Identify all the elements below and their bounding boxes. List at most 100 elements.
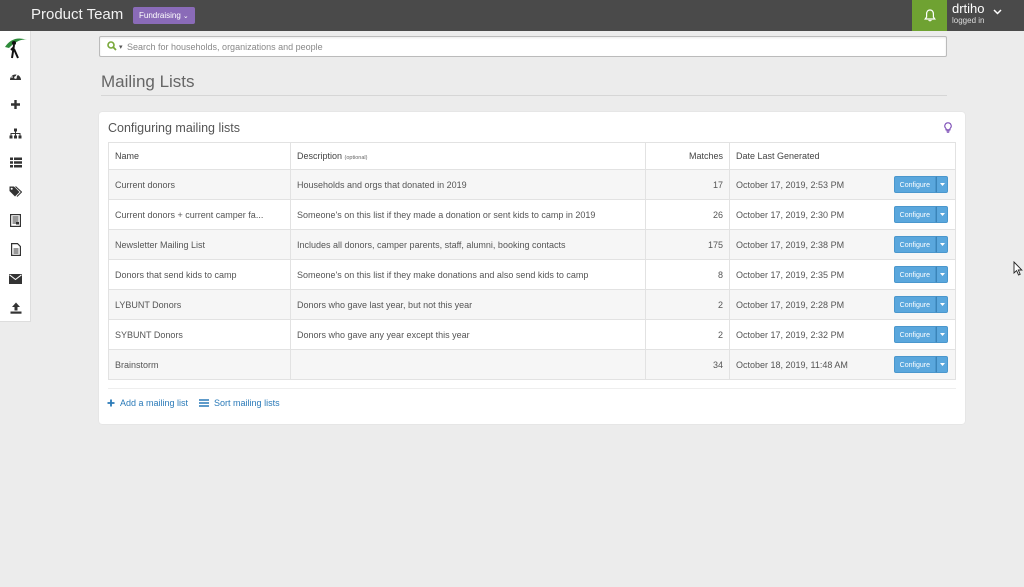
- logo-icon[interactable]: [0, 32, 31, 61]
- configure-button[interactable]: Configure: [893, 326, 936, 343]
- module-switcher-button[interactable]: Fundraising ⌄: [133, 7, 195, 24]
- caret-down-icon: [939, 213, 945, 216]
- list-date: October 17, 2019, 2:38 PM: [736, 239, 845, 250]
- list-date: October 17, 2019, 2:32 PM: [736, 329, 845, 340]
- user-status: logged in: [952, 16, 985, 25]
- add-mailing-list-label: Add a mailing list: [120, 398, 189, 408]
- configure-button[interactable]: Configure: [893, 236, 936, 253]
- configure-button-group: Configure: [893, 176, 948, 193]
- list-date-cell: October 17, 2019, 2:38 PM Configure: [729, 229, 956, 260]
- configure-button-group: Configure: [893, 296, 948, 313]
- table-row: SYBUNT Donors Donors who gave any year e…: [108, 319, 956, 350]
- divider: [101, 95, 947, 96]
- list-date-cell: October 17, 2019, 2:28 PM Configure: [729, 289, 956, 320]
- page-title: Mailing Lists: [101, 72, 195, 91]
- chevron-down-icon[interactable]: [993, 9, 1002, 15]
- optional-note: (optional): [344, 155, 368, 161]
- search-scope-caret-icon[interactable]: ▾: [119, 43, 123, 51]
- table-row: Donors that send kids to camp Someone's …: [108, 259, 956, 290]
- sort-mailing-lists-link[interactable]: Sort mailing lists: [199, 398, 280, 408]
- list-name: SYBUNT Donors: [108, 319, 291, 350]
- add-mailing-list-link[interactable]: Add a mailing list: [107, 398, 188, 408]
- top-bar: Product Team Fundraising ⌄ drtiho logged …: [0, 0, 1024, 31]
- list-date-cell: October 17, 2019, 2:30 PM Configure: [729, 199, 956, 230]
- list-date: October 17, 2019, 2:35 PM: [736, 269, 845, 280]
- column-header-description-label: Description: [297, 151, 343, 161]
- list-name: LYBUNT Donors: [108, 289, 291, 320]
- list-date: October 18, 2019, 11:48 AM: [736, 359, 848, 370]
- configure-button-group: Configure: [893, 236, 948, 253]
- dashboard-icon[interactable]: [0, 61, 31, 90]
- list-date-cell: October 17, 2019, 2:35 PM Configure: [729, 259, 956, 290]
- caret-down-icon: [939, 333, 945, 336]
- column-header-name: Name: [108, 142, 291, 170]
- list-name: Brainstorm: [108, 349, 291, 380]
- panel-footer: Add a mailing list Sort mailing lists: [107, 398, 291, 408]
- table-row: Newsletter Mailing List Includes all don…: [108, 229, 956, 260]
- table-row: Brainstorm 34 October 18, 2019, 11:48 AM…: [108, 349, 956, 380]
- configure-dropdown-button[interactable]: [936, 176, 948, 193]
- table-row: Current donors + current camper fa... So…: [108, 199, 956, 230]
- list-description: Donors who gave last year, but not this …: [290, 289, 646, 320]
- team-name[interactable]: Product Team: [31, 6, 123, 23]
- list-name: Newsletter Mailing List: [108, 229, 291, 260]
- list-date-cell: October 18, 2019, 11:48 AM Configure: [729, 349, 956, 380]
- sitemap-icon[interactable]: [0, 119, 31, 148]
- configure-dropdown-button[interactable]: [936, 236, 948, 253]
- document-icon[interactable]: [0, 235, 31, 264]
- user-menu[interactable]: drtiho logged in: [952, 2, 985, 26]
- reports-icon[interactable]: [0, 206, 31, 235]
- configure-dropdown-button[interactable]: [936, 266, 948, 283]
- lightbulb-icon[interactable]: [944, 122, 952, 133]
- column-header-date: Date Last Generated: [729, 142, 956, 170]
- divider: [108, 388, 956, 389]
- list-matches: 175: [645, 229, 730, 260]
- envelope-icon[interactable]: [0, 264, 31, 293]
- mailing-lists-table: Name Description (optional) Matches Date…: [108, 142, 956, 380]
- upload-icon[interactable]: [0, 293, 31, 322]
- list-matches: 2: [645, 319, 730, 350]
- list-date-cell: October 17, 2019, 2:53 PM Configure: [729, 169, 956, 200]
- configure-dropdown-button[interactable]: [936, 206, 948, 223]
- table-row: LYBUNT Donors Donors who gave last year,…: [108, 289, 956, 320]
- list-date: October 17, 2019, 2:30 PM: [736, 209, 845, 220]
- list-icon[interactable]: [0, 148, 31, 177]
- caret-down-icon: [939, 303, 945, 306]
- search-input[interactable]: [127, 39, 927, 54]
- caret-down-icon: [939, 363, 945, 366]
- module-switcher-label: Fundraising: [139, 11, 181, 20]
- configure-dropdown-button[interactable]: [936, 326, 948, 343]
- configure-button[interactable]: Configure: [893, 176, 936, 193]
- list-name: Current donors: [108, 169, 291, 200]
- list-matches: 17: [645, 169, 730, 200]
- sidebar: [0, 31, 31, 322]
- list-date: October 17, 2019, 2:28 PM: [736, 299, 845, 310]
- list-description: Donors who gave any year except this yea…: [290, 319, 646, 350]
- configure-dropdown-button[interactable]: [936, 296, 948, 313]
- list-icon: [199, 399, 210, 407]
- configure-button[interactable]: Configure: [893, 266, 936, 283]
- mouse-cursor-icon: [1013, 261, 1023, 276]
- configure-dropdown-button[interactable]: [936, 356, 948, 373]
- plus-icon[interactable]: [0, 90, 31, 119]
- configure-button-group: Configure: [893, 266, 948, 283]
- bell-icon: [923, 9, 936, 22]
- search-bar[interactable]: ▾: [99, 36, 947, 57]
- user-name: drtiho: [952, 1, 985, 16]
- configure-button[interactable]: Configure: [893, 206, 936, 223]
- configure-button-group: Configure: [893, 356, 948, 373]
- column-header-description: Description (optional): [290, 142, 646, 170]
- configure-button-group: Configure: [893, 206, 948, 223]
- configure-button[interactable]: Configure: [893, 356, 936, 373]
- list-name: Current donors + current camper fa...: [108, 199, 291, 230]
- chevron-down-icon: ⌄: [182, 13, 189, 20]
- caret-down-icon: [939, 243, 945, 246]
- caret-down-icon: [939, 273, 945, 276]
- list-date: October 17, 2019, 2:53 PM: [736, 179, 845, 190]
- configure-button[interactable]: Configure: [893, 296, 936, 313]
- column-header-matches: Matches: [645, 142, 730, 170]
- configure-button-group: Configure: [893, 326, 948, 343]
- tags-icon[interactable]: [0, 177, 31, 206]
- notifications-button[interactable]: [912, 0, 947, 31]
- mailing-lists-panel: Configuring mailing lists Name Descripti…: [99, 112, 965, 424]
